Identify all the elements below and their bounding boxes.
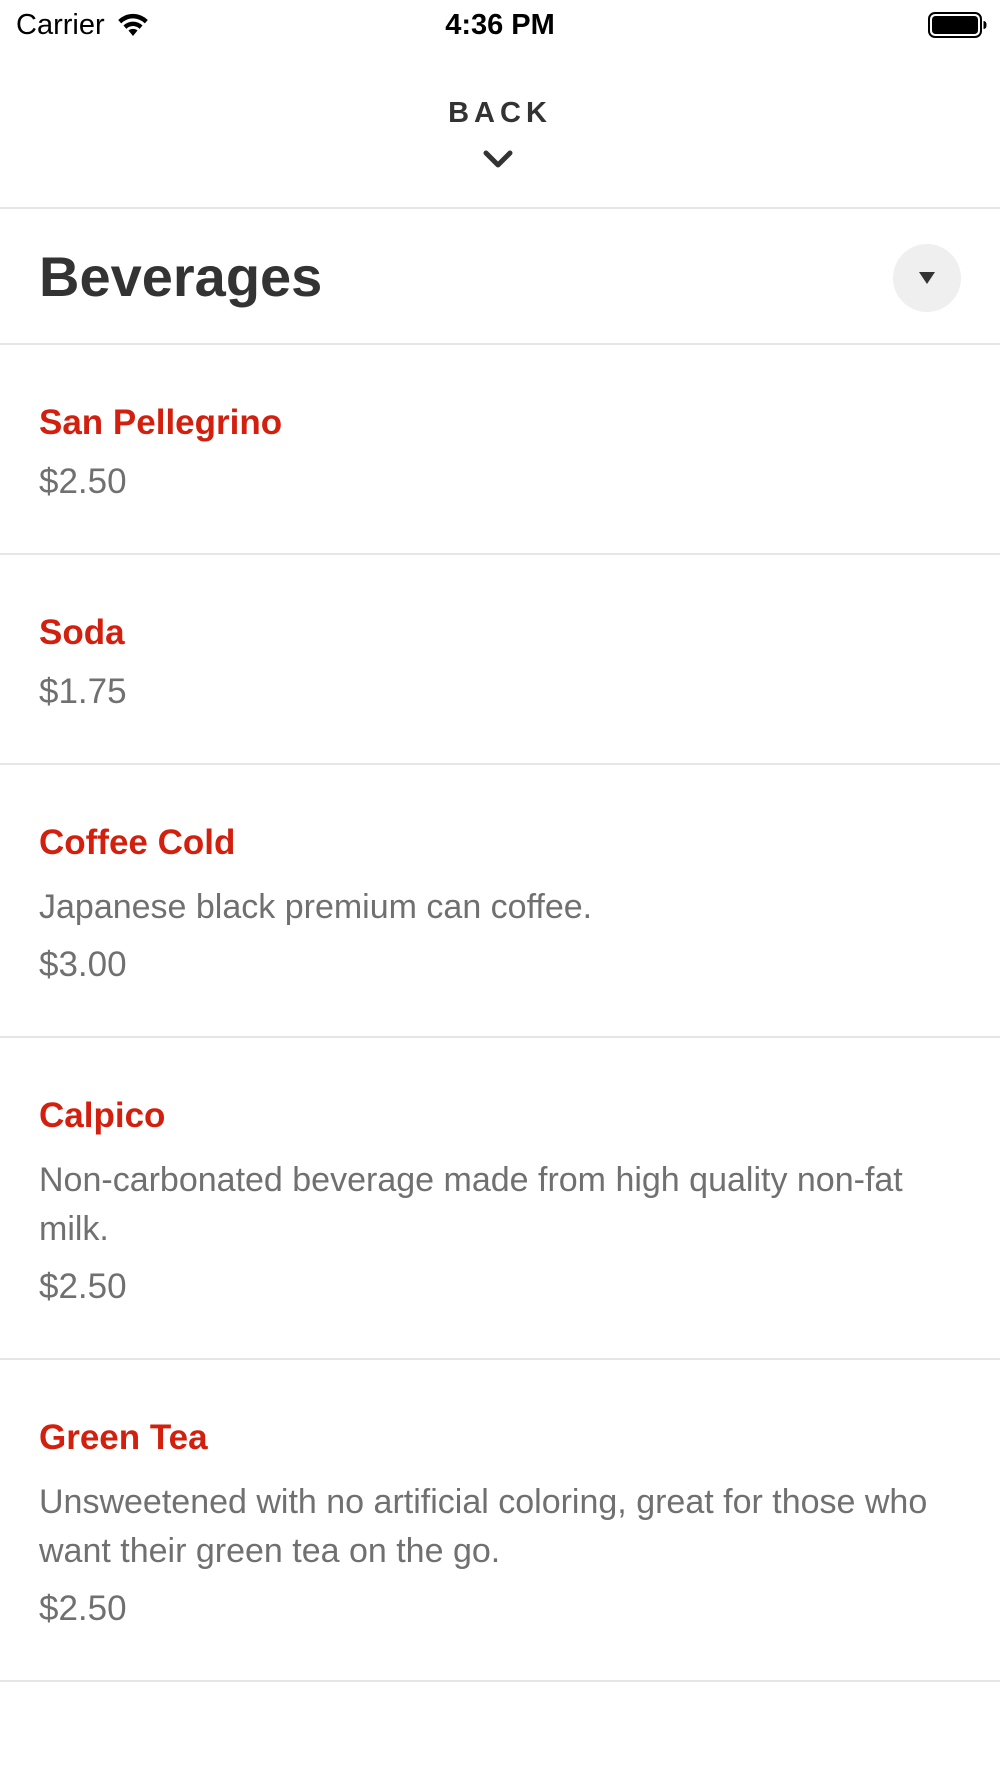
menu-list: San Pellegrino $2.50 Soda $1.75 Coffee C… — [0, 345, 1000, 1682]
item-name: Calpico — [39, 1096, 166, 1135]
item-name: Soda — [39, 613, 125, 652]
back-label: BACK — [448, 97, 552, 129]
menu-item[interactable]: San Pellegrino $2.50 — [0, 345, 1000, 555]
category-header: Beverages — [0, 209, 1000, 345]
item-description: Unsweetened with no artificial coloring,… — [39, 1483, 928, 1570]
status-bar: Carrier 4:36 PM — [0, 0, 1000, 50]
menu-item[interactable]: Green Tea Unsweetened with no artificial… — [0, 1360, 1000, 1682]
item-description: Japanese black premium can coffee. — [39, 888, 593, 926]
item-description: Non-carbonated beverage made from high q… — [39, 1161, 903, 1248]
item-name: San Pellegrino — [39, 403, 283, 442]
menu-item[interactable]: Calpico Non-carbonated beverage made fro… — [0, 1038, 1000, 1360]
item-price: $2.50 — [39, 462, 127, 501]
battery-icon — [928, 12, 987, 38]
chevron-down-icon — [483, 150, 513, 168]
item-price: $2.50 — [39, 1267, 127, 1306]
item-price: $2.50 — [39, 1589, 127, 1628]
category-title: Beverages — [39, 245, 323, 308]
menu-item[interactable]: Soda $1.75 — [0, 555, 1000, 765]
back-button[interactable]: BACK — [0, 52, 1000, 209]
menu-item[interactable]: Coffee Cold Japanese black premium can c… — [0, 765, 1000, 1038]
item-name: Green Tea — [39, 1418, 208, 1457]
item-price: $3.00 — [39, 945, 127, 984]
category-dropdown-button[interactable] — [893, 244, 961, 312]
caret-down-icon — [919, 272, 935, 284]
item-price: $1.75 — [39, 672, 127, 711]
menu-screen: Carrier 4:36 PM BACK Beverages San Pelle… — [0, 0, 1000, 1778]
status-time: 4:36 PM — [445, 9, 555, 41]
item-name: Coffee Cold — [39, 823, 236, 862]
